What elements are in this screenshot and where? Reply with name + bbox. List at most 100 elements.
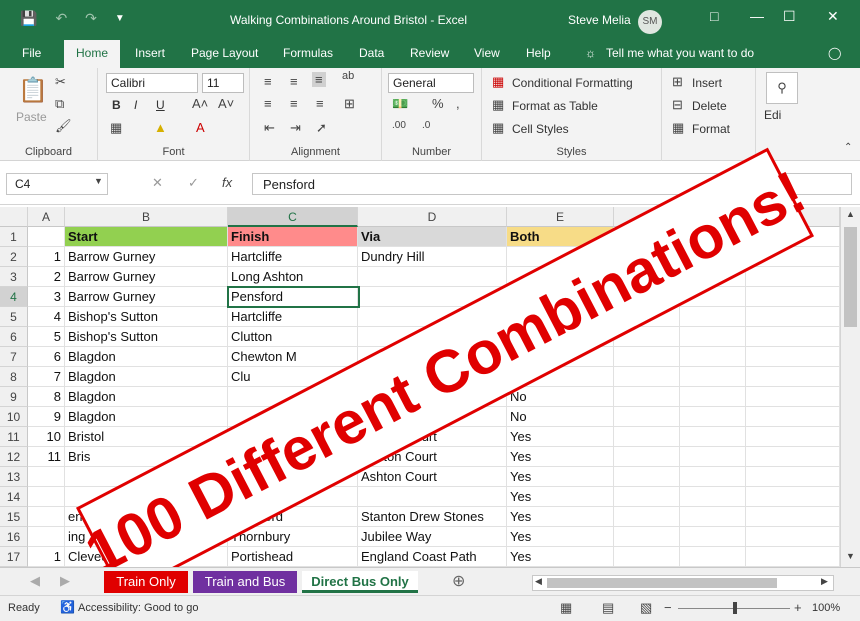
- editing-button[interactable]: Edi: [764, 108, 781, 122]
- cell-n[interactable]: 2: [28, 267, 65, 287]
- empty-cell[interactable]: [746, 387, 840, 407]
- scroll-down-icon[interactable]: ▼: [846, 551, 855, 561]
- save-icon[interactable]: 💾: [20, 10, 37, 27]
- empty-cell[interactable]: [680, 427, 746, 447]
- sheet-tab-direct-bus-only[interactable]: Direct Bus Only: [302, 571, 418, 593]
- bold-button[interactable]: B: [112, 98, 121, 112]
- collapse-ribbon-icon[interactable]: ⌃: [844, 142, 852, 153]
- name-box[interactable]: C4: [6, 173, 108, 195]
- font-name-select[interactable]: Calibri: [106, 73, 198, 93]
- cell-start[interactable]: Blagdon: [65, 367, 228, 387]
- cell-n[interactable]: [28, 507, 65, 527]
- increase-decimal-icon[interactable]: .00: [392, 120, 406, 131]
- cell-via[interactable]: Jubilee Way: [358, 527, 507, 547]
- cell-n[interactable]: [28, 467, 65, 487]
- cell-n[interactable]: 8: [28, 387, 65, 407]
- empty-cell[interactable]: [614, 467, 680, 487]
- sheet-tab-train-and-bus[interactable]: Train and Bus: [193, 571, 297, 593]
- page-break-view-icon[interactable]: ▧: [640, 600, 652, 616]
- insert-cells-button[interactable]: Insert: [692, 76, 722, 90]
- empty-cell[interactable]: [614, 347, 680, 367]
- empty-cell[interactable]: [680, 367, 746, 387]
- wrap-text-icon[interactable]: ab: [342, 70, 354, 82]
- scroll-up-icon[interactable]: ▲: [846, 209, 855, 219]
- cell-n[interactable]: 5: [28, 327, 65, 347]
- undo-icon[interactable]: ↶: [55, 10, 67, 27]
- empty-cell[interactable]: [746, 347, 840, 367]
- empty-cell[interactable]: [680, 507, 746, 527]
- empty-cell[interactable]: [746, 327, 840, 347]
- close-icon[interactable]: ✕: [827, 8, 839, 25]
- cell-via[interactable]: Dundry Hill: [358, 247, 507, 267]
- row-header[interactable]: 2: [0, 247, 28, 267]
- empty-cell[interactable]: [680, 407, 746, 427]
- cell-n[interactable]: 1: [28, 547, 65, 567]
- cell-finish[interactable]: Portishead: [228, 547, 358, 567]
- empty-cell[interactable]: [746, 367, 840, 387]
- empty-cell[interactable]: [680, 447, 746, 467]
- header-finish[interactable]: Finish: [228, 227, 358, 247]
- align-bottom-icon[interactable]: ≡: [312, 72, 326, 87]
- cell-via[interactable]: [358, 487, 507, 507]
- empty-cell[interactable]: [746, 527, 840, 547]
- enter-icon[interactable]: ✓: [188, 175, 199, 191]
- scroll-left-icon[interactable]: ◀: [535, 576, 542, 587]
- next-sheet-icon[interactable]: ▶: [60, 573, 70, 589]
- find-select-icon[interactable]: ⚲: [766, 72, 798, 104]
- empty-cell[interactable]: [614, 447, 680, 467]
- cell-n[interactable]: [28, 527, 65, 547]
- column-header-b[interactable]: B: [65, 207, 228, 227]
- align-center-icon[interactable]: ≡: [290, 96, 298, 111]
- decrease-indent-icon[interactable]: ⇤: [264, 120, 275, 136]
- cell-start[interactable]: Barrow Gurney: [65, 247, 228, 267]
- horizontal-scrollbar[interactable]: ◀ ▶: [532, 575, 834, 591]
- increase-indent-icon[interactable]: ⇥: [290, 120, 301, 136]
- share-icon[interactable]: ◯: [828, 46, 841, 60]
- row-header[interactable]: 7: [0, 347, 28, 367]
- decrease-decimal-icon[interactable]: .0: [422, 120, 430, 131]
- vertical-scroll-thumb[interactable]: [844, 227, 857, 327]
- redo-icon[interactable]: ↷: [85, 10, 97, 27]
- align-top-icon[interactable]: ≡: [264, 74, 272, 89]
- header-start[interactable]: Start: [65, 227, 228, 247]
- align-middle-icon[interactable]: ≡: [290, 74, 298, 89]
- cell-a1[interactable]: [28, 227, 65, 247]
- tab-review[interactable]: Review: [410, 46, 449, 60]
- comma-icon[interactable]: ,: [456, 96, 460, 111]
- cell-n[interactable]: [28, 487, 65, 507]
- zoom-out-icon[interactable]: −: [664, 600, 672, 615]
- tab-file[interactable]: File: [22, 46, 41, 60]
- horizontal-scroll-thumb[interactable]: [547, 578, 777, 588]
- empty-cell[interactable]: [680, 347, 746, 367]
- cell-start[interactable]: Bishop's Sutton: [65, 307, 228, 327]
- row-header[interactable]: 15: [0, 507, 28, 527]
- fill-color-icon[interactable]: ▲: [154, 120, 167, 135]
- cell-start[interactable]: Blagdon: [65, 387, 228, 407]
- cell-both[interactable]: Yes: [507, 467, 614, 487]
- cancel-icon[interactable]: ✕: [152, 175, 163, 191]
- cell-via[interactable]: Ashton Court: [358, 467, 507, 487]
- insert-function-icon[interactable]: fx: [222, 175, 232, 190]
- scroll-right-icon[interactable]: ▶: [821, 576, 828, 587]
- cell-n[interactable]: 7: [28, 367, 65, 387]
- cell-n[interactable]: 4: [28, 307, 65, 327]
- empty-cell[interactable]: [680, 467, 746, 487]
- empty-cell[interactable]: [680, 527, 746, 547]
- tab-insert[interactable]: Insert: [135, 46, 165, 60]
- empty-cell[interactable]: [614, 367, 680, 387]
- row-header[interactable]: 4: [0, 287, 28, 307]
- cell-start[interactable]: Blagdon: [65, 407, 228, 427]
- cell-finish[interactable]: Long Ashton: [228, 267, 358, 287]
- delete-cells-button[interactable]: Delete: [692, 99, 727, 113]
- row-header[interactable]: 5: [0, 307, 28, 327]
- normal-view-icon[interactable]: ▦: [560, 600, 572, 616]
- tab-view[interactable]: View: [474, 46, 500, 60]
- row-header[interactable]: 3: [0, 267, 28, 287]
- empty-cell[interactable]: [746, 307, 840, 327]
- empty-cell[interactable]: [746, 547, 840, 567]
- row-header[interactable]: 1: [0, 227, 28, 247]
- row-header[interactable]: 11: [0, 427, 28, 447]
- align-right-icon[interactable]: ≡: [316, 96, 324, 111]
- format-cells-button[interactable]: Format: [692, 122, 730, 136]
- tab-page-layout[interactable]: Page Layout: [191, 46, 258, 60]
